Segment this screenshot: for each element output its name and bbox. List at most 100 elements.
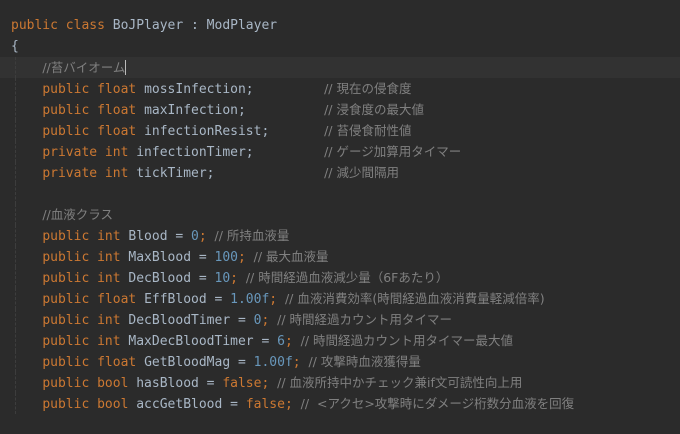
indent-guide — [15, 183, 16, 204]
code-line[interactable]: //血液クラス — [0, 204, 680, 225]
code-line[interactable]: public class BoJPlayer : ModPlayer — [0, 15, 680, 36]
text-token: DecBloodTimer = — [128, 313, 254, 328]
code-text: public int DecBloodTimer = 0; // 時間経過カウン… — [11, 309, 452, 331]
code-text: public int MaxBlood = 100; // 最大血液量 — [11, 246, 329, 268]
number-token: 0 — [191, 229, 199, 244]
keyword-token: ; — [230, 271, 246, 286]
code-text: public int DecBlood = 10; // 時間経過血液減少量（6… — [11, 267, 448, 289]
keyword-token: public int — [42, 334, 129, 349]
comment-token: // 血液消費効率(時間経過血液消費量軽減倍率) — [284, 291, 545, 306]
text-token: MaxBlood = — [128, 250, 215, 265]
text-token: mossInfection; — [144, 82, 325, 97]
keyword-token: public float — [42, 292, 145, 307]
code-line[interactable]: public float mossInfection; // 現在の侵食度 — [0, 78, 680, 99]
keyword-token: private int — [42, 145, 137, 160]
code-text: public int Blood = 0; // 所持血液量 — [11, 225, 289, 247]
keyword-token: public int — [42, 250, 129, 265]
code-text: private int tickTimer; // 減少間隔用 — [11, 162, 399, 184]
comment-token: // 現在の侵食度 — [324, 81, 412, 96]
code-line[interactable]: public float EffBlood = 1.00f; // 血液消費効率… — [0, 288, 680, 309]
number-token: 1.00f — [230, 292, 270, 307]
text-token: DecBlood = — [128, 271, 215, 286]
keyword-token: ; — [198, 229, 215, 244]
keyword-token: public int — [42, 229, 129, 244]
number-token: 6 — [277, 334, 285, 349]
code-text: //苔バイオーム — [11, 57, 127, 79]
keyword-token: public float — [42, 355, 145, 370]
keyword-token: public bool — [42, 376, 137, 391]
code-text: public bool hasBlood = false; // 血液所持中かチ… — [11, 372, 522, 394]
comment-token: // ゲージ加算用タイマー — [324, 144, 462, 159]
text-token: tickTimer; — [136, 166, 325, 181]
code-line[interactable]: { — [0, 36, 680, 57]
text-token: maxInfection; — [144, 103, 325, 118]
code-line[interactable]: public int DecBlood = 10; // 時間経過血液減少量（6… — [0, 267, 680, 288]
code-line[interactable]: private int infectionTimer; // ゲージ加算用タイマ… — [0, 141, 680, 162]
code-line[interactable]: public bool accGetBlood = false; // <アクセ… — [0, 393, 680, 414]
keyword-token: ; — [269, 292, 285, 307]
keyword-token: false; — [245, 397, 301, 412]
code-line[interactable]: public float maxInfection; // 浸食度の最大値 — [0, 99, 680, 120]
comment-token: // 攻撃時血液獲得量 — [308, 354, 421, 369]
code-text: private int infectionTimer; // ゲージ加算用タイマ… — [11, 141, 461, 163]
keyword-token: public int — [42, 313, 129, 328]
code-text: public int MaxDecBloodTimer = 6; // 時間経過… — [11, 330, 513, 352]
code-text: public bool accGetBlood = false; // <アクセ… — [11, 393, 574, 415]
comment-token: //血液クラス — [42, 207, 113, 222]
code-text: public float GetBloodMag = 1.00f; // 攻撃時… — [11, 351, 421, 373]
keyword-token: ; — [284, 334, 301, 349]
keyword-token: public int — [42, 271, 129, 286]
code-line[interactable]: public int MaxDecBloodTimer = 6; // 時間経過… — [0, 330, 680, 351]
comment-token: // 時間経過カウント用タイマー — [277, 312, 453, 327]
text-token: infectionResist; — [144, 124, 325, 139]
comment-token: // 最大血液量 — [253, 249, 329, 264]
keyword-token: public float — [42, 103, 145, 118]
code-line[interactable]: public float infectionResist; // 苔侵食耐性値 — [0, 120, 680, 141]
current-code-line[interactable]: //苔バイオーム — [0, 57, 680, 78]
comment-token: //苔バイオーム — [42, 60, 126, 75]
text-token: accGetBlood = — [136, 397, 246, 412]
code-editor[interactable]: public class BoJPlayer : ModPlayer { //苔バ… — [0, 0, 680, 434]
keyword-token: public bool — [42, 397, 137, 412]
code-text: public float infectionResist; // 苔侵食耐性値 — [11, 120, 411, 142]
text-token: Blood = — [128, 229, 192, 244]
code-text: //血液クラス — [11, 204, 113, 226]
comment-token: // <アクセ>攻撃時にダメージ桁数分血液を回復 — [300, 396, 575, 411]
code-line[interactable]: public bool hasBlood = false; // 血液所持中かチ… — [0, 372, 680, 393]
keyword-token: ; — [292, 355, 309, 370]
keyword-token: ; — [237, 250, 254, 265]
keyword-token: public float — [42, 124, 145, 139]
code-line[interactable] — [0, 183, 680, 204]
code-line[interactable]: public int MaxBlood = 100; // 最大血液量 — [0, 246, 680, 267]
keyword-token: false; — [222, 376, 278, 391]
code-line[interactable]: public int DecBloodTimer = 0; // 時間経過カウン… — [0, 309, 680, 330]
comment-token: // 所持血液量 — [214, 228, 290, 243]
text-token: GetBloodMag = — [144, 355, 254, 370]
code-line[interactable]: public float GetBloodMag = 1.00f; // 攻撃時… — [0, 351, 680, 372]
text-token: { — [11, 39, 19, 54]
keyword-token: public float — [42, 82, 145, 97]
comment-token: // 時間経過血液減少量（6Fあたり） — [245, 270, 449, 285]
text-token: BoJPlayer : ModPlayer — [112, 18, 278, 33]
code-text: public float mossInfection; // 現在の侵食度 — [11, 78, 411, 100]
keyword-token: public class — [11, 18, 113, 33]
text-token: infectionTimer; — [136, 145, 325, 160]
code-line[interactable]: private int tickTimer; // 減少間隔用 — [0, 162, 680, 183]
number-token: 1.00f — [253, 355, 293, 370]
code-line[interactable]: public int Blood = 0; // 所持血液量 — [0, 225, 680, 246]
keyword-token: ; — [261, 313, 278, 328]
